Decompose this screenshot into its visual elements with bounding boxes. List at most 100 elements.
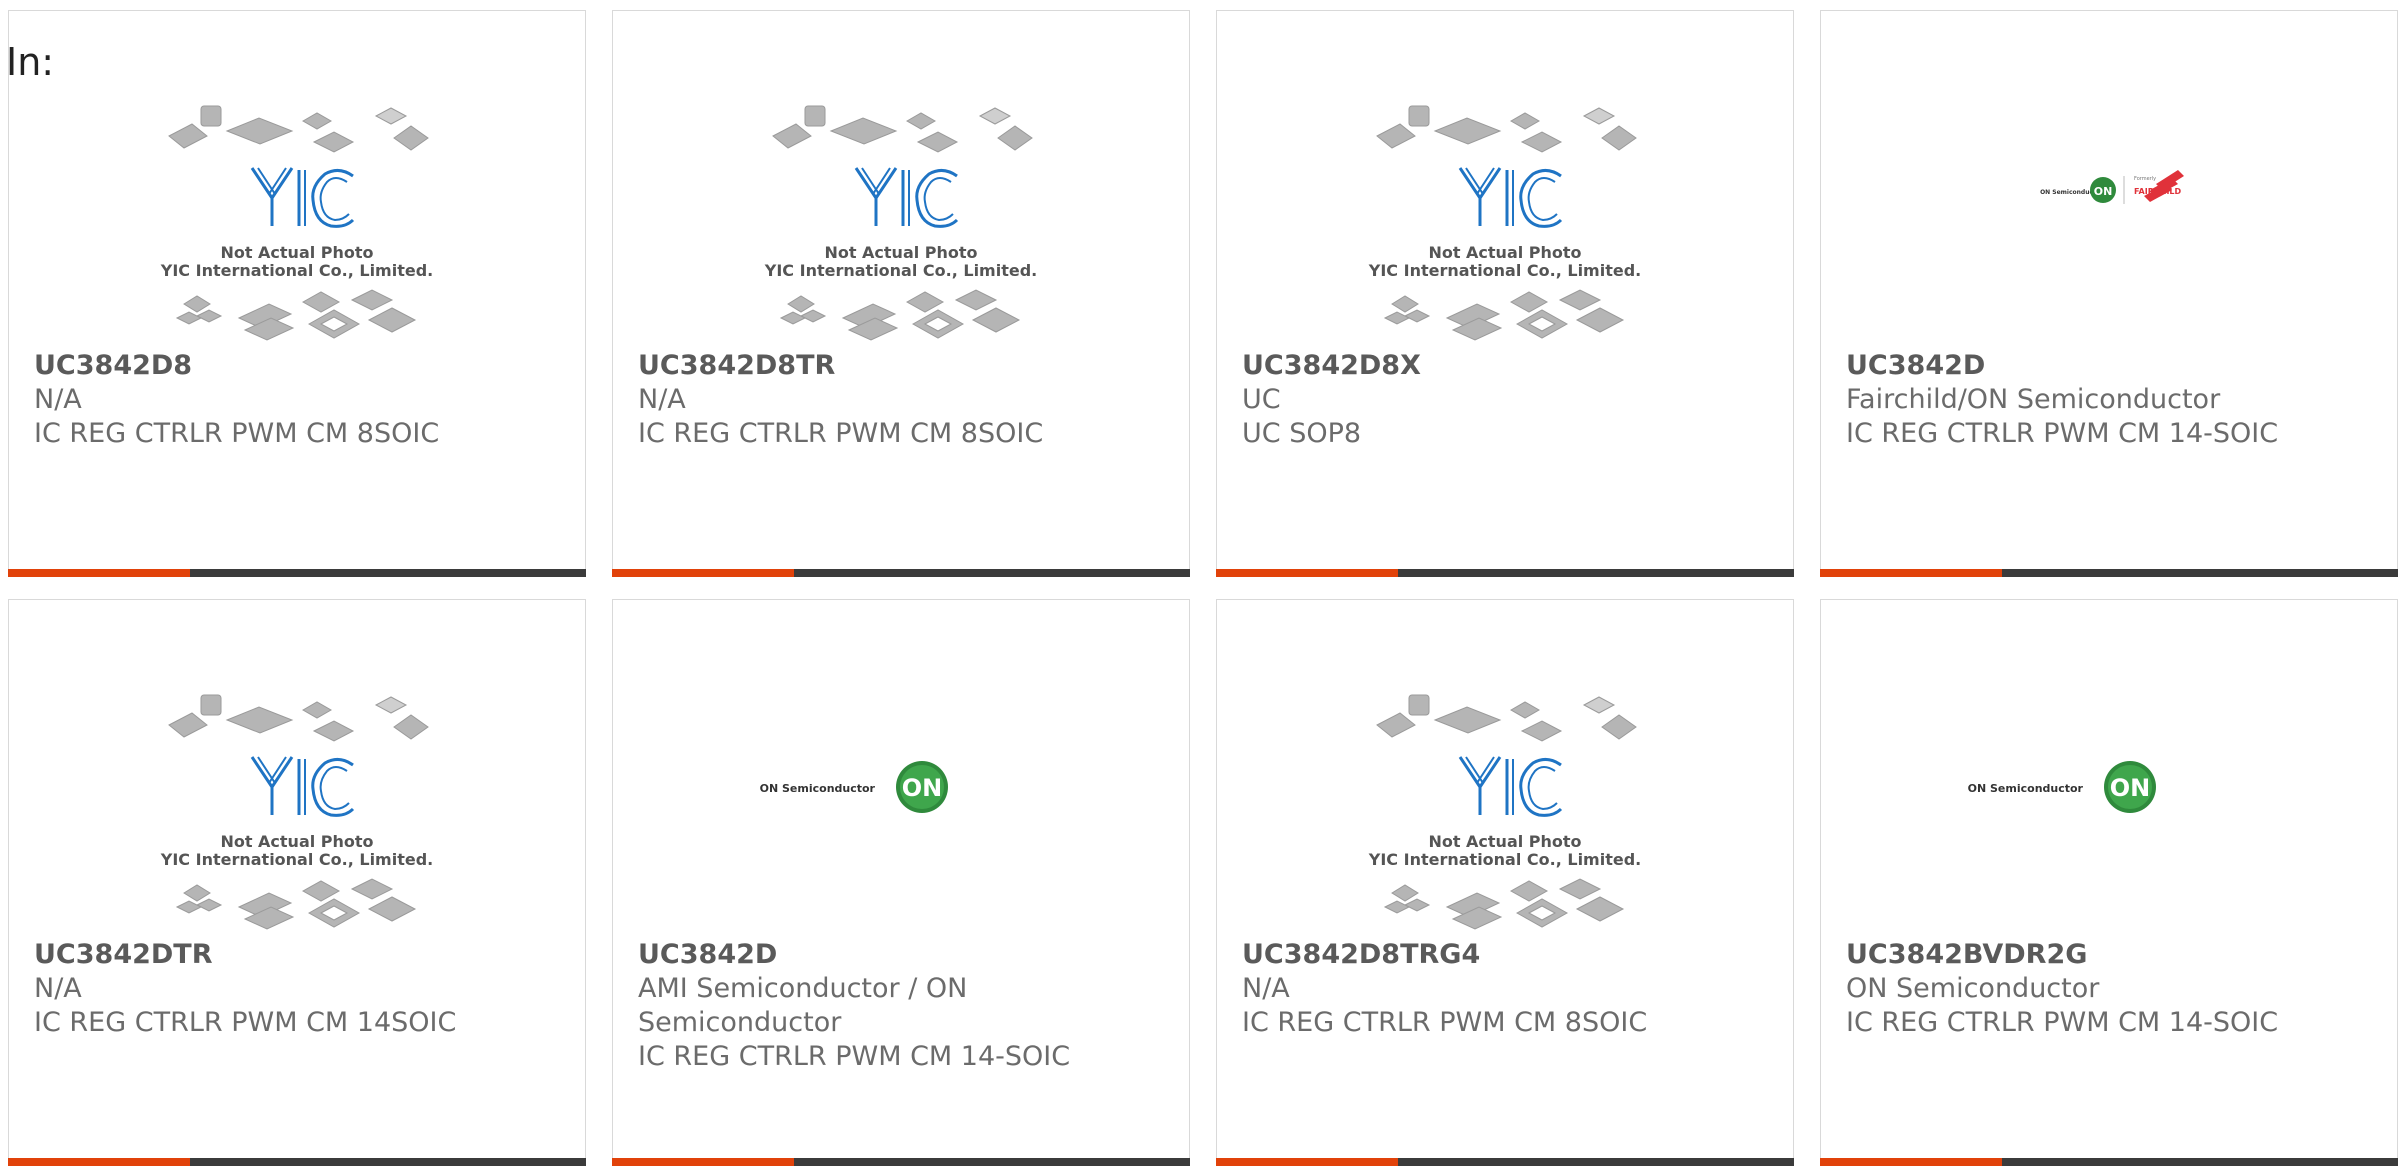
card-bottom-bar bbox=[8, 1158, 586, 1166]
product-manufacturer: AMI Semiconductor / ON Semiconductor bbox=[638, 973, 968, 1038]
card-bottom-accent bbox=[1820, 569, 2002, 577]
product-description: UC SOP8 bbox=[1242, 418, 1362, 449]
svg-text:ON: ON bbox=[2110, 774, 2151, 802]
product-manufacturer: UC bbox=[1242, 384, 1281, 415]
on-badge-icon: ON bbox=[896, 761, 948, 813]
watermark-line2: YIC International Co., Limited. bbox=[1368, 261, 1641, 280]
svg-text:ON: ON bbox=[2094, 185, 2113, 198]
product-card[interactable]: Not Actual Photo YIC International Co., … bbox=[8, 10, 586, 577]
on-fairchild-logo-image: ON Semiconductor ON Formerly FAIRCHILD bbox=[2040, 170, 2184, 204]
in-label: In: bbox=[6, 40, 55, 84]
product-grid: Not Actual Photo YIC International Co., … bbox=[8, 10, 2400, 1166]
card-bottom-accent bbox=[1216, 569, 1398, 577]
product-card[interactable]: Not Actual Photo YIC International Co., … bbox=[612, 10, 1190, 577]
yic-logo-icon bbox=[854, 167, 959, 228]
product-image[interactable]: ON Semiconductor ON Formerly FAIRCHILD bbox=[1821, 86, 2397, 348]
product-image[interactable]: Not Actual Photo YIC International Co., … bbox=[1217, 86, 1793, 348]
product-card[interactable]: ON Semiconductor ON UC3842BVDR2G ON Semic… bbox=[1820, 599, 2398, 1166]
product-description: IC REG CTRLR PWM CM 14-SOIC bbox=[1846, 1007, 2279, 1038]
product-card[interactable]: ON Semiconductor ON UC3842D AMI Semicondu… bbox=[612, 599, 1190, 1166]
product-info: UC3842D AMI Semiconductor / ON Semiconduc… bbox=[638, 938, 1158, 1074]
product-image[interactable]: Not Actual Photo YIC International Co., … bbox=[9, 675, 585, 937]
card-bottom-bar bbox=[1820, 1158, 2398, 1166]
product-card[interactable]: ON Semiconductor ON Formerly FAIRCHILD U… bbox=[1820, 10, 2398, 577]
watermark-line1: Not Actual Photo bbox=[1428, 243, 1581, 262]
card-bottom-bar bbox=[8, 569, 586, 577]
card-bottom-bar bbox=[1216, 569, 1794, 577]
product-card[interactable]: Not Actual Photo YIC International Co., … bbox=[8, 599, 586, 1166]
yic-placeholder-image: Not Actual Photo YIC International Co., … bbox=[160, 694, 433, 930]
card-bottom-accent bbox=[8, 569, 190, 577]
product-part-number[interactable]: UC3842D8 bbox=[34, 349, 554, 383]
watermark-line1: Not Actual Photo bbox=[1428, 832, 1581, 851]
product-part-number[interactable]: UC3842D8X bbox=[1242, 349, 1762, 383]
yic-placeholder-image: Not Actual Photo YIC International Co., … bbox=[160, 105, 433, 341]
product-image[interactable]: ON Semiconductor ON bbox=[613, 675, 1189, 937]
product-info: UC3842D8 N/A IC REG CTRLR PWM CM 8SOIC bbox=[34, 349, 554, 451]
product-part-number[interactable]: UC3842D8TR bbox=[638, 349, 1158, 383]
watermark-line1: Not Actual Photo bbox=[220, 243, 373, 262]
product-info: UC3842D8TR N/A IC REG CTRLR PWM CM 8SOIC bbox=[638, 349, 1158, 451]
yic-logo-icon bbox=[1458, 756, 1563, 817]
yic-placeholder-image: Not Actual Photo YIC International Co., … bbox=[1368, 694, 1641, 930]
product-manufacturer: Fairchild/ON Semiconductor bbox=[1846, 384, 2221, 415]
product-part-number[interactable]: UC3842DTR bbox=[34, 938, 554, 972]
on-semiconductor-logo-image: ON Semiconductor ON bbox=[1968, 761, 2156, 813]
on-semi-wordmark: ON Semiconductor bbox=[1968, 782, 2084, 795]
product-info: UC3842BVDR2G ON Semiconductor IC REG CTRLR… bbox=[1846, 938, 2366, 1040]
product-description: IC REG CTRLR PWM CM 14SOIC bbox=[34, 1007, 457, 1038]
yic-logo-icon bbox=[1458, 167, 1563, 228]
card-bottom-bar bbox=[612, 1158, 1190, 1166]
product-image[interactable]: ON Semiconductor ON bbox=[1821, 675, 2397, 937]
fairchild-logo-icon bbox=[2144, 170, 2184, 202]
watermark-line2: YIC International Co., Limited. bbox=[764, 261, 1037, 280]
card-bottom-accent bbox=[8, 1158, 190, 1166]
product-info: UC3842DTR N/A IC REG CTRLR PWM CM 14SOIC bbox=[34, 938, 554, 1040]
product-info: UC3842D8TRG4 N/A IC REG CTRLR PWM CM 8SOIC bbox=[1242, 938, 1762, 1040]
card-bottom-accent bbox=[612, 569, 794, 577]
on-badge-icon: ON bbox=[2090, 177, 2116, 203]
product-card[interactable]: Not Actual Photo YIC International Co., … bbox=[1216, 10, 1794, 577]
product-info: UC3842D Fairchild/ON Semiconductor IC REG … bbox=[1846, 349, 2366, 451]
on-semiconductor-logo-image: ON Semiconductor ON bbox=[760, 761, 948, 813]
watermark-line2: YIC International Co., Limited. bbox=[1368, 850, 1641, 869]
yic-logo-icon bbox=[250, 167, 355, 228]
product-image[interactable]: Not Actual Photo YIC International Co., … bbox=[1217, 675, 1793, 937]
card-bottom-bar bbox=[1820, 569, 2398, 577]
product-image[interactable]: Not Actual Photo YIC International Co., … bbox=[613, 86, 1189, 348]
formerly-text: Formerly bbox=[2134, 176, 2156, 182]
card-bottom-accent bbox=[1820, 1158, 2002, 1166]
product-description: IC REG CTRLR PWM CM 14-SOIC bbox=[638, 1041, 1071, 1072]
product-part-number[interactable]: UC3842BVDR2G bbox=[1846, 938, 2366, 972]
product-image[interactable]: Not Actual Photo YIC International Co., … bbox=[9, 86, 585, 348]
product-card[interactable]: Not Actual Photo YIC International Co., … bbox=[1216, 599, 1794, 1166]
product-manufacturer: N/A bbox=[34, 973, 82, 1004]
product-description: IC REG CTRLR PWM CM 8SOIC bbox=[638, 418, 1044, 449]
watermark-line2: YIC International Co., Limited. bbox=[160, 850, 433, 869]
product-part-number[interactable]: UC3842D bbox=[1846, 349, 2366, 383]
yic-placeholder-image: Not Actual Photo YIC International Co., … bbox=[1368, 105, 1641, 341]
watermark-line2: YIC International Co., Limited. bbox=[160, 261, 433, 280]
product-part-number[interactable]: UC3842D bbox=[638, 938, 1158, 972]
watermark-line1: Not Actual Photo bbox=[824, 243, 977, 262]
card-bottom-bar bbox=[612, 569, 1190, 577]
on-badge-icon: ON bbox=[2104, 761, 2156, 813]
card-bottom-accent bbox=[612, 1158, 794, 1166]
product-manufacturer: N/A bbox=[34, 384, 82, 415]
card-bottom-accent bbox=[1216, 1158, 1398, 1166]
product-info: UC3842D8X UC UC SOP8 bbox=[1242, 349, 1762, 451]
svg-text:ON: ON bbox=[902, 774, 943, 802]
yic-logo-icon bbox=[250, 756, 355, 817]
watermark-line1: Not Actual Photo bbox=[220, 832, 373, 851]
product-manufacturer: ON Semiconductor bbox=[1846, 973, 2100, 1004]
product-grid-page: In: Not Actual Photo YIC International C… bbox=[0, 0, 2400, 1167]
on-semi-wordmark: ON Semiconductor bbox=[760, 782, 876, 795]
fairchild-wordmark: FAIRCHILD bbox=[2134, 187, 2182, 196]
product-description: IC REG CTRLR PWM CM 8SOIC bbox=[34, 418, 440, 449]
product-manufacturer: N/A bbox=[1242, 973, 1290, 1004]
product-description: IC REG CTRLR PWM CM 14-SOIC bbox=[1846, 418, 2279, 449]
product-manufacturer: N/A bbox=[638, 384, 686, 415]
product-description: IC REG CTRLR PWM CM 8SOIC bbox=[1242, 1007, 1648, 1038]
yic-placeholder-image: Not Actual Photo YIC International Co., … bbox=[764, 105, 1037, 341]
product-part-number[interactable]: UC3842D8TRG4 bbox=[1242, 938, 1762, 972]
